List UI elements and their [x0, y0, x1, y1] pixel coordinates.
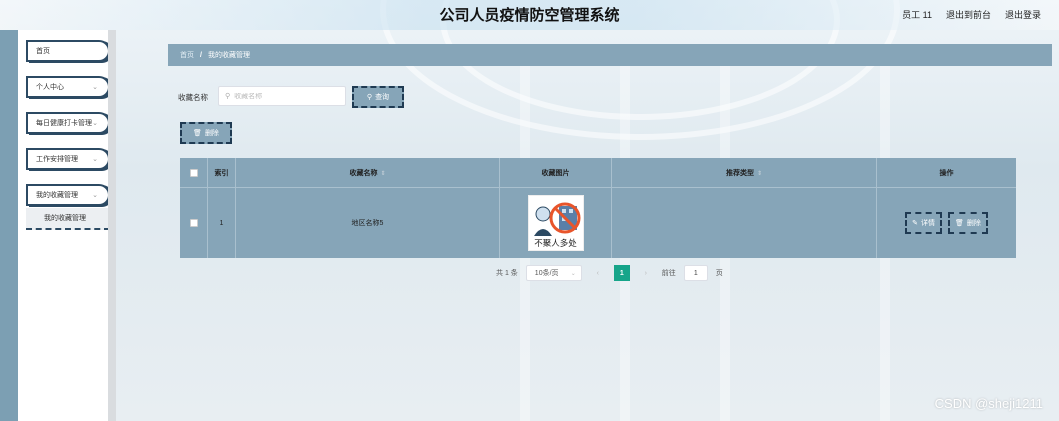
- row-type: [612, 188, 877, 258]
- favorite-image[interactable]: 不聚人多处: [527, 195, 584, 251]
- top-header: 公司人员疫情防空管理系统 员工 11 退出到前台 退出登录: [0, 0, 1059, 30]
- row-index: 1: [208, 188, 236, 258]
- sidebar-item-work-arrangement[interactable]: 工作安排管理 ⌄: [26, 148, 110, 170]
- header-name[interactable]: 收藏名称 ⇕: [236, 158, 500, 188]
- header-actions: 员工 11 退出到前台 退出登录: [902, 8, 1041, 21]
- header-index-label: 索引: [214, 170, 229, 177]
- header-name-label: 收藏名称: [349, 170, 378, 177]
- search-label: 收藏名称: [178, 93, 208, 102]
- header-type-label: 推荐类型: [725, 170, 754, 177]
- breadcrumb-current: 我的收藏管理: [207, 52, 250, 59]
- pagination-total: 共 1 条: [496, 270, 518, 277]
- chevron-down-icon: ⌄: [92, 192, 98, 199]
- sidebar-item-label: 每日健康打卡管理: [36, 120, 92, 127]
- submenu-item-label: 我的收藏管理: [44, 215, 86, 222]
- page-size-value: 10条/页: [534, 270, 559, 277]
- row-ops: ✎ 详情 🗑 删除: [877, 188, 1016, 258]
- breadcrumb: 首页 / 我的收藏管理: [168, 44, 1052, 66]
- sidebar: 首页 个人中心 ⌄ 每日健康打卡管理 ⌄ 工作安排管理 ⌄ 我的收藏管理 ⌄ 我…: [18, 30, 110, 421]
- header-index: 索引: [208, 158, 236, 188]
- sort-icon[interactable]: ⇕: [757, 170, 762, 177]
- sidebar-item-label: 我的收藏管理: [36, 192, 78, 199]
- app-title: 公司人员疫情防空管理系统: [439, 7, 620, 24]
- delete-button-label: 删除: [204, 130, 219, 137]
- search-field[interactable]: ⚲: [218, 86, 346, 106]
- page-suffix: 页: [715, 270, 723, 277]
- chevron-down-icon: ⌄: [92, 156, 98, 163]
- table-header-row: 索引 收藏名称 ⇕ 收藏图片 推荐类型 ⇕ 操作: [180, 158, 1016, 188]
- sidebar-item-label: 首页: [36, 48, 50, 55]
- row-checkbox[interactable]: [189, 219, 198, 227]
- detail-button[interactable]: ✎ 详情: [905, 212, 942, 234]
- header-ops: 操作: [877, 158, 1016, 188]
- user-name: 员工 11: [902, 10, 932, 20]
- watermark: CSDN @sheji1211: [934, 396, 1043, 411]
- logout-link[interactable]: 退出登录: [1005, 8, 1041, 21]
- select-all-checkbox[interactable]: [189, 169, 198, 177]
- sidebar-item-personal-center[interactable]: 个人中心 ⌄: [26, 76, 110, 98]
- goto-page-input[interactable]: [683, 265, 708, 281]
- sidebar-item-home[interactable]: 首页: [26, 40, 110, 62]
- row-image-cell: 不聚人多处: [500, 188, 612, 258]
- page-number-active[interactable]: 1: [613, 265, 630, 281]
- header-image-label: 收藏图片: [541, 170, 570, 177]
- back-to-front-link[interactable]: 退出到前台: [946, 8, 991, 21]
- page-size-select[interactable]: 10条/页 ⌄: [525, 265, 582, 281]
- header-type[interactable]: 推荐类型 ⇕: [612, 158, 877, 188]
- detail-button-label: 详情: [920, 220, 935, 227]
- edit-icon: ✎: [912, 220, 918, 227]
- search-icon: ⚲: [225, 93, 231, 100]
- chevron-down-icon: ⌄: [92, 84, 98, 91]
- trash-icon: 🗑: [954, 220, 964, 227]
- sidebar-divider: [108, 30, 116, 421]
- goto-label: 前往: [661, 270, 676, 277]
- header-image: 收藏图片: [500, 158, 612, 188]
- sidebar-item-label: 工作安排管理: [36, 156, 78, 163]
- pagination: 共 1 条 10条/页 ⌄ ‹ 1 › 前往 页: [496, 264, 723, 282]
- trash-icon: 🗑: [193, 130, 202, 137]
- chevron-down-icon: ⌄: [92, 120, 98, 127]
- sidebar-item-label: 个人中心: [36, 84, 64, 91]
- query-button-label: 查询: [375, 94, 390, 101]
- batch-delete-button[interactable]: 🗑 删除: [180, 122, 232, 144]
- sidebar-item-health-checkin[interactable]: 每日健康打卡管理 ⌄: [26, 112, 110, 134]
- query-button[interactable]: ⚲ 查询: [352, 86, 404, 108]
- breadcrumb-separator: /: [200, 51, 202, 59]
- prev-page-button[interactable]: ‹: [590, 265, 606, 281]
- select-all-cell: [180, 158, 208, 188]
- sort-icon[interactable]: ⇕: [380, 170, 385, 177]
- row-name: 地区名称5: [236, 188, 500, 258]
- next-page-button[interactable]: ›: [638, 265, 654, 281]
- image-caption: 不聚人多处: [534, 239, 577, 249]
- search-icon: ⚲: [366, 94, 373, 101]
- sidebar-accent-bar: [0, 30, 18, 421]
- chevron-down-icon: ⌄: [570, 270, 576, 277]
- search-input[interactable]: [234, 92, 335, 100]
- row-select-cell: [180, 188, 208, 258]
- favorites-table: 索引 收藏名称 ⇕ 收藏图片 推荐类型 ⇕ 操作 1 地区名称5 不聚人多处 ✎…: [180, 158, 1016, 258]
- submenu-item-favorites-manage[interactable]: 我的收藏管理: [26, 208, 110, 230]
- row-delete-button-label: 删除: [966, 220, 981, 227]
- row-delete-button[interactable]: 🗑 删除: [947, 212, 988, 234]
- breadcrumb-home[interactable]: 首页: [180, 50, 194, 60]
- header-ops-label: 操作: [939, 170, 954, 177]
- sidebar-item-favorites[interactable]: 我的收藏管理 ⌄: [26, 184, 110, 206]
